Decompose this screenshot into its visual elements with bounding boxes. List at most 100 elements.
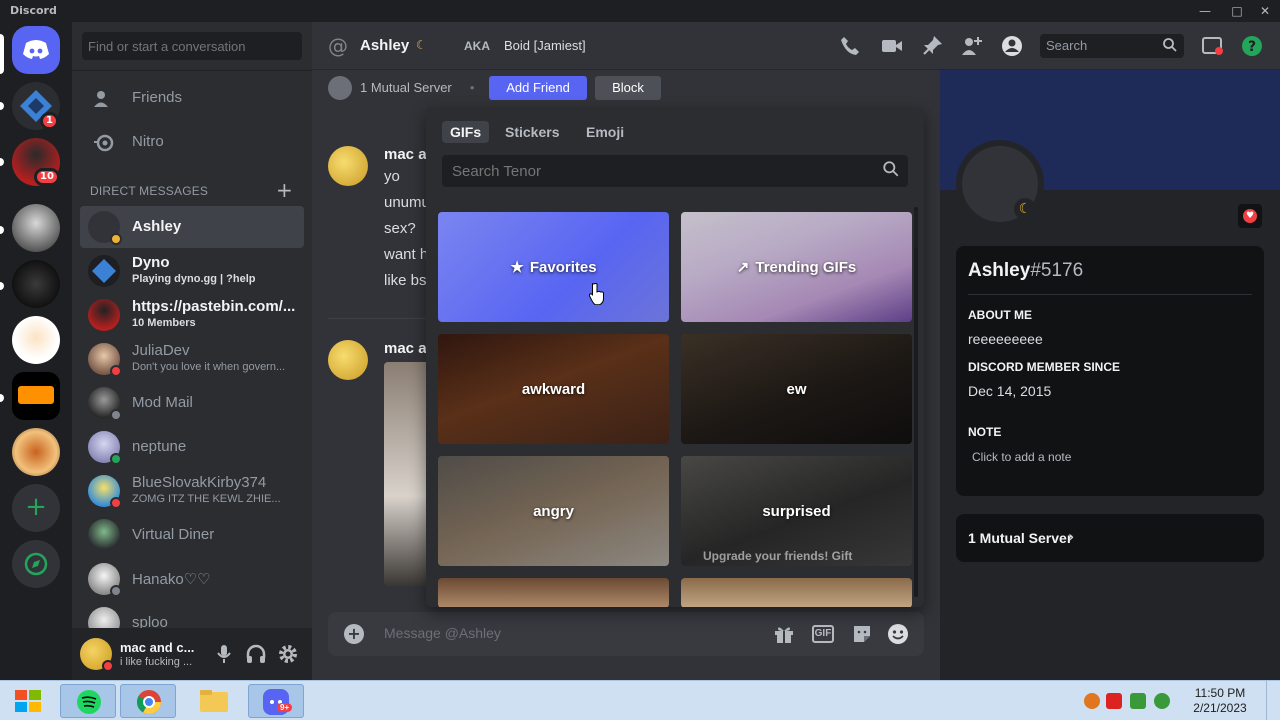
search-placeholder: Search xyxy=(1046,38,1088,53)
search-bar[interactable]: Search xyxy=(1040,34,1184,58)
pinned-messages-button[interactable] xyxy=(920,34,944,58)
dm-name: neptune xyxy=(132,438,187,455)
gift-button[interactable] xyxy=(772,622,796,646)
find-conversation-input[interactable] xyxy=(82,32,302,60)
dm-item-blueslovakkirby[interactable]: BlueSlovakKirby374 ZOMG ITZ THE KEWL ZHI… xyxy=(80,470,304,512)
create-dm-button[interactable]: + xyxy=(276,178,293,202)
dm-item-modmail[interactable]: Mod Mail xyxy=(80,382,304,424)
about-me-label: ABOUT ME xyxy=(968,308,1032,322)
dm-item-dyno[interactable]: Dyno Playing dyno.gg | ?help xyxy=(80,250,304,292)
mutual-servers-button[interactable]: 1 Mutual Server › xyxy=(956,514,1264,562)
gif-category-surprised[interactable]: surprised Upgrade your friends! Gift the… xyxy=(681,456,912,566)
server-burger[interactable] xyxy=(12,428,60,476)
microphone-icon xyxy=(217,645,231,663)
add-friend-button[interactable]: Add Friend xyxy=(489,76,587,100)
message-author[interactable]: mac a xyxy=(384,340,427,357)
message-author[interactable]: mac a xyxy=(384,146,427,163)
gif-category-awkward[interactable]: awkward xyxy=(438,334,669,444)
sticker-icon xyxy=(854,626,870,642)
message-text: yo xyxy=(384,168,400,185)
message-composer[interactable]: + Message @Ashley GIF xyxy=(328,612,924,656)
dm-item-juliadev[interactable]: JuliaDev Don't you love it when govern..… xyxy=(80,338,304,380)
note-input[interactable]: Click to add a note xyxy=(972,450,1071,464)
taskbar-discord[interactable]: 9+ xyxy=(248,684,304,718)
server-dark[interactable] xyxy=(12,260,60,308)
dm-item-group[interactable]: https://pastebin.com/... 10 Members xyxy=(80,294,304,336)
plus-icon: + xyxy=(25,492,47,522)
divider xyxy=(968,294,1252,295)
tab-stickers[interactable]: Stickers xyxy=(497,121,567,143)
tab-gifs[interactable]: GIFs xyxy=(442,121,490,143)
hide-profile-button[interactable] xyxy=(1000,34,1024,58)
picker-scrollbar[interactable] xyxy=(914,207,918,597)
network-icon[interactable] xyxy=(1130,693,1146,709)
gif-button[interactable]: GIF xyxy=(812,625,834,643)
help-button[interactable]: ? xyxy=(1240,34,1264,58)
upload-button[interactable]: + xyxy=(344,624,364,644)
idle-status-icon xyxy=(110,233,122,245)
flag-icon[interactable] xyxy=(1106,693,1122,709)
explore-button[interactable] xyxy=(12,540,60,588)
volume-icon[interactable] xyxy=(1154,693,1170,709)
profile-badge[interactable]: ♥ xyxy=(1238,204,1262,228)
inbox-button[interactable] xyxy=(1200,34,1224,58)
settings-button[interactable] xyxy=(276,642,300,666)
gif-category-angry[interactable]: angry xyxy=(438,456,669,566)
gif-category-trending[interactable]: ↗ Trending GIFs xyxy=(681,212,912,322)
server-gray[interactable] xyxy=(12,204,60,252)
message-input[interactable]: Message @Ashley xyxy=(384,625,501,641)
taskbar-explorer[interactable] xyxy=(186,684,242,718)
server-cartoon[interactable] xyxy=(12,316,60,364)
user-panel: mac and c... i like fucking ... xyxy=(72,628,312,680)
dm-item-ashley[interactable]: Ashley xyxy=(80,206,304,248)
video-icon xyxy=(882,40,902,52)
friends-icon xyxy=(92,87,116,111)
nav-nitro[interactable]: Nitro xyxy=(80,122,304,164)
gift-icon xyxy=(775,627,793,643)
mute-button[interactable] xyxy=(212,642,236,666)
add-friends-to-dm-button[interactable] xyxy=(960,34,984,58)
emoji-button[interactable] xyxy=(886,622,910,646)
gif-category-favorites[interactable]: ★ Favorites xyxy=(438,212,669,322)
taskbar-spotify[interactable] xyxy=(60,684,116,718)
deafen-button[interactable] xyxy=(244,642,268,666)
show-desktop-button[interactable] xyxy=(1266,681,1280,720)
voice-call-button[interactable] xyxy=(838,34,862,58)
close-button[interactable]: ✕ xyxy=(1250,2,1280,20)
video-call-button[interactable] xyxy=(880,34,904,58)
message-avatar[interactable] xyxy=(328,340,368,380)
aka-label: AKA xyxy=(464,39,490,53)
gif-tile-partial[interactable] xyxy=(438,578,669,607)
message-avatar[interactable] xyxy=(328,146,368,186)
offline-status-icon xyxy=(110,585,122,597)
dm-item-neptune[interactable]: neptune xyxy=(80,426,304,468)
aka-value: Boid [Jamiest] xyxy=(504,38,586,53)
start-button[interactable] xyxy=(2,684,56,718)
spotify-icon xyxy=(77,690,101,714)
dm-item-hanako[interactable]: Hanako♡♡ xyxy=(80,558,304,600)
taskbar-chrome[interactable] xyxy=(120,684,176,718)
unread-pill xyxy=(0,158,4,166)
tab-emoji[interactable]: Emoji xyxy=(578,121,632,143)
inbox-icon xyxy=(1202,37,1223,55)
mutual-server-text[interactable]: 1 Mutual Server • xyxy=(360,80,474,95)
idle-moon-icon: ☾ xyxy=(416,38,427,52)
home-button[interactable] xyxy=(12,26,60,74)
minimize-button[interactable]: — xyxy=(1190,2,1220,20)
gif-tile-partial[interactable] xyxy=(681,578,912,607)
offline-status-icon xyxy=(110,409,122,421)
system-clock[interactable]: 11:50 PM 2/21/2023 xyxy=(1190,686,1250,716)
dm-item-virtualdiner[interactable]: Virtual Diner xyxy=(80,514,304,556)
tray-app-icon[interactable] xyxy=(1084,693,1100,709)
gif-category-ew[interactable]: ew xyxy=(681,334,912,444)
star-icon: ★ xyxy=(510,259,524,276)
nav-friends[interactable]: Friends xyxy=(80,78,304,120)
server-black[interactable] xyxy=(12,372,60,420)
maximize-button[interactable]: □ xyxy=(1222,2,1252,20)
tenor-search-input[interactable] xyxy=(442,155,908,187)
sticker-button[interactable] xyxy=(850,622,874,646)
add-server-button[interactable]: + xyxy=(12,484,60,532)
block-button[interactable]: Block xyxy=(595,76,661,100)
scrollbar-thumb[interactable] xyxy=(914,209,918,249)
dm-name: BlueSlovakKirby374 xyxy=(132,474,267,491)
